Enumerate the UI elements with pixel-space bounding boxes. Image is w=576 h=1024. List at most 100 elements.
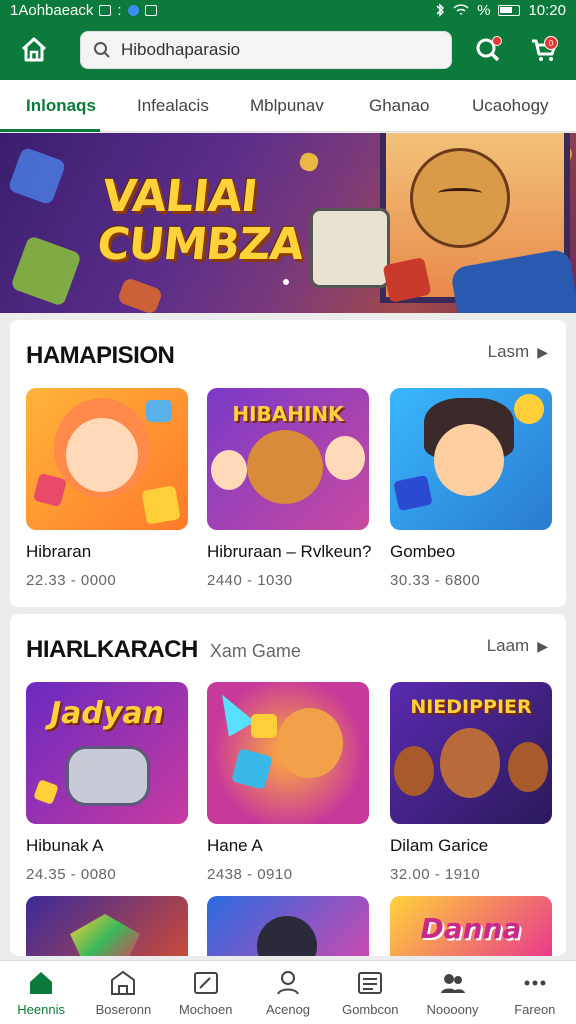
game-card[interactable]: Hane A 2438 - 0910	[207, 682, 369, 883]
game-meta: 2440 - 1030	[207, 572, 293, 589]
home-icon	[21, 37, 47, 62]
cart-button[interactable]: 0	[524, 30, 564, 70]
cube-icon	[251, 714, 277, 738]
game-title: Gombeo	[390, 542, 456, 561]
cube-icon	[32, 472, 68, 508]
see-more-link[interactable]: Lasm ▶	[488, 342, 548, 362]
carousel-indicator	[283, 279, 289, 285]
banner-cube-icon	[116, 276, 164, 313]
game-thumbnail: NIEDIPPIER	[390, 682, 552, 824]
section-title-text: HIARLKARACH	[26, 636, 198, 663]
notification-mail-icon	[99, 4, 112, 16]
nav-item-account[interactable]: Acenog	[247, 961, 329, 1024]
search-notify-button[interactable]	[468, 30, 508, 70]
nav-item-community[interactable]: Noooony	[411, 961, 493, 1024]
group-icon	[440, 974, 465, 993]
section-subtitle: Xam Game	[209, 641, 301, 661]
tab-2[interactable]: Infealacis	[137, 80, 209, 132]
game-card[interactable]: Danna	[390, 896, 552, 956]
banner-cube-icon	[10, 235, 82, 307]
section-title: HAMAPISION	[26, 342, 175, 370]
chevron-right-icon: ▶	[537, 637, 548, 654]
cube-icon	[231, 748, 273, 790]
notification-dot	[492, 36, 502, 46]
game-title: Hane A	[207, 836, 263, 855]
promo-banner[interactable]: VALIAI CUMBZA	[0, 133, 576, 313]
thumbnail-title: HIBAHINK	[232, 402, 344, 426]
game-meta: 22.33 - 0000	[26, 572, 117, 589]
game-card[interactable]: HIBAHINK Hibruraan – Rvlkeun? 2440 - 103…	[207, 388, 372, 589]
section-title: HIARLKARACH Xam Game	[26, 636, 301, 664]
nav-item-home[interactable]: Heennis	[0, 961, 82, 1024]
search-icon	[94, 42, 110, 58]
tab-label: Mblpunav	[250, 95, 324, 115]
home-button[interactable]	[12, 28, 56, 72]
notification-image-icon	[144, 4, 157, 16]
bear-mascot-eyes	[438, 188, 482, 198]
game-title: Hibunak A	[26, 836, 104, 855]
tab-label: Ghanao	[369, 95, 430, 115]
nav-item-store[interactable]: Boseronn	[82, 961, 164, 1024]
thumbnail-title: NIEDIPPIER	[410, 696, 532, 718]
status-bar: 1Aohbaeack : % 10:20	[0, 0, 576, 20]
tab-4[interactable]: Ghanao	[369, 80, 430, 132]
game-title: Hibruraan – Rvlkeun?	[207, 542, 372, 561]
game-meta: 30.33 - 6800	[390, 572, 481, 589]
nav-label: Acenog	[265, 1002, 311, 1017]
game-card[interactable]: Jadyan Hibunak A 24.35 - 0080	[26, 682, 188, 883]
character-hair	[257, 916, 317, 956]
cart-badge: 0	[544, 36, 558, 50]
chevron-right-icon: ▶	[537, 343, 548, 360]
category-tabs: Inlonaqs Infealacis Mblpunav Ghanao Ucao…	[0, 80, 576, 132]
notification-app-icon	[127, 4, 139, 16]
tab-5[interactable]: Ucaohogy	[472, 80, 549, 132]
more-icon	[524, 980, 546, 986]
bluetooth-icon	[436, 3, 445, 17]
status-colon: :	[117, 1, 122, 19]
game-card[interactable]: Gombeo 30.33 - 6800	[390, 388, 552, 589]
banner-cube-icon	[297, 150, 321, 174]
nav-label: Noooony	[426, 1002, 479, 1017]
cube-icon	[33, 779, 59, 805]
nav-label: Heennis	[17, 1002, 65, 1017]
animal-character-icon	[394, 746, 434, 796]
nav-item-more[interactable]: Fareon	[494, 961, 576, 1024]
app-header: 0	[0, 20, 576, 80]
see-more-link[interactable]: Laam ▶	[487, 636, 548, 656]
tab-label: Infealacis	[137, 95, 209, 115]
cat-character-icon	[277, 708, 343, 778]
edit-icon	[193, 972, 218, 994]
game-card[interactable]	[26, 896, 188, 956]
game-card[interactable]	[207, 896, 369, 956]
nav-label: Gombcon	[342, 1002, 399, 1017]
thumbnail-title: Jadyan	[49, 696, 165, 731]
nav-item-games[interactable]: Gombcon	[329, 961, 411, 1024]
game-thumbnail: Danna	[390, 896, 552, 956]
status-time: 10:20	[528, 1, 566, 19]
arrow-icon	[209, 687, 255, 737]
banner-title: VALIAI CUMBZA	[95, 171, 310, 270]
nav-item-edit[interactable]: Mochoen	[165, 961, 247, 1024]
see-more-label: Laam	[486, 636, 530, 655]
search-input[interactable]	[121, 40, 421, 60]
game-meta: 24.35 - 0080	[26, 866, 117, 883]
game-card[interactable]: Hibraran 22.33 - 0000	[26, 388, 188, 589]
store-icon	[111, 970, 136, 995]
see-more-label: Lasm	[487, 342, 530, 361]
list-icon	[358, 972, 383, 994]
home-icon	[30, 972, 53, 994]
character-face-icon	[211, 450, 247, 490]
game-thumbnail	[390, 388, 552, 530]
tab-1[interactable]: Inlonaqs	[0, 80, 100, 132]
game-thumbnail: HIBAHINK	[207, 388, 369, 530]
status-left: 1Aohbaeack :	[10, 2, 157, 19]
animal-character-icon	[440, 728, 500, 798]
game-thumbnail	[26, 896, 188, 956]
tab-3[interactable]: Mblpunav	[250, 80, 324, 132]
status-right: % 10:20	[435, 2, 566, 19]
nav-label: Boseronn	[95, 1002, 152, 1017]
game-thumbnail	[207, 682, 369, 824]
status-left-text: 1Aohbaeack	[10, 1, 94, 19]
search-bar[interactable]	[80, 31, 452, 69]
game-card[interactable]: NIEDIPPIER Dilam Garice 32.00 - 1910	[390, 682, 552, 883]
